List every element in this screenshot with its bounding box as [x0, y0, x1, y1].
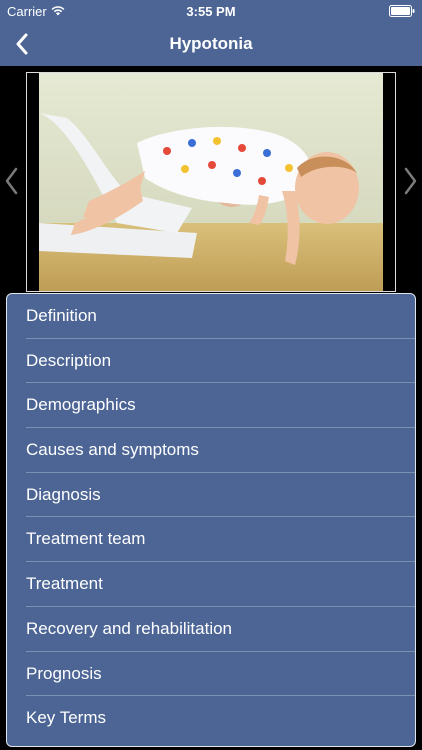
- image-gallery: [0, 66, 422, 296]
- chevron-left-icon: [5, 167, 18, 195]
- next-image-button[interactable]: [400, 166, 422, 196]
- topic-menu: Definition Description Demographics Caus…: [6, 293, 416, 747]
- back-button[interactable]: [8, 30, 36, 58]
- menu-item-definition[interactable]: Definition: [7, 294, 415, 339]
- previous-image-button[interactable]: [0, 166, 22, 196]
- menu-item-treatment-team[interactable]: Treatment team: [7, 517, 415, 562]
- chevron-left-icon: [16, 33, 28, 55]
- menu-item-causes-and-symptoms[interactable]: Causes and symptoms: [7, 428, 415, 473]
- status-bar: Carrier 3:55 PM: [0, 0, 422, 22]
- status-time: 3:55 PM: [186, 4, 236, 19]
- menu-item-treatment[interactable]: Treatment: [7, 562, 415, 607]
- menu-item-recovery-and-rehabilitation[interactable]: Recovery and rehabilitation: [7, 607, 415, 652]
- menu-item-key-terms[interactable]: Key Terms: [7, 696, 415, 741]
- menu-item-description[interactable]: Description: [7, 339, 415, 384]
- navigation-bar: Hypotonia: [0, 22, 422, 66]
- baby-photo-illustration: [27, 73, 395, 291]
- page-title: Hypotonia: [169, 34, 253, 53]
- condition-photo: [26, 72, 396, 292]
- topic-list: Definition Description Demographics Caus…: [7, 294, 415, 741]
- chevron-right-icon: [404, 167, 417, 195]
- battery-icon: [389, 5, 415, 20]
- menu-item-diagnosis[interactable]: Diagnosis: [7, 473, 415, 518]
- menu-item-demographics[interactable]: Demographics: [7, 383, 415, 428]
- menu-item-prognosis[interactable]: Prognosis: [7, 652, 415, 697]
- app-header: Carrier 3:55 PM Hypotonia: [0, 0, 422, 66]
